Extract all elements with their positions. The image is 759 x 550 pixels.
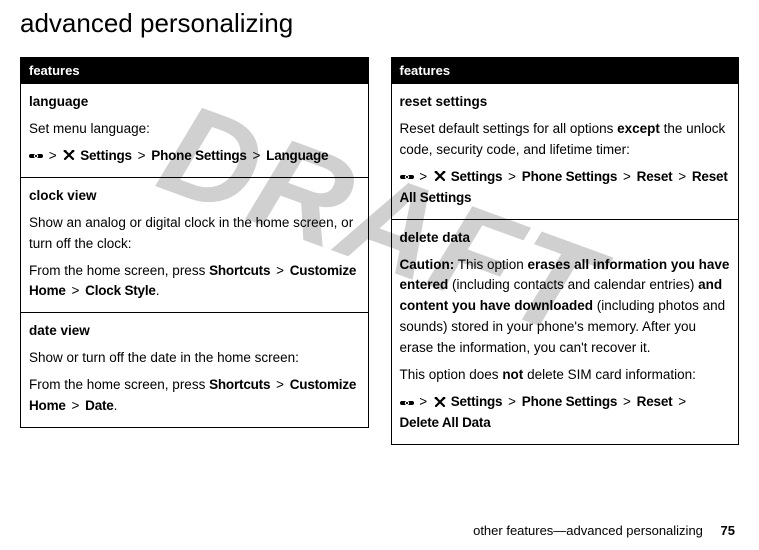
- path-seg: Clock Style: [85, 283, 156, 298]
- cell-reset-settings: reset settings Reset default settings fo…: [392, 83, 739, 219]
- sep: >: [678, 169, 686, 184]
- text: delete SIM card information:: [523, 367, 696, 382]
- settings-tools-icon: [433, 397, 447, 409]
- feature-title: reset settings: [400, 92, 731, 113]
- feature-title: delete data: [400, 228, 731, 249]
- sep: >: [138, 148, 146, 163]
- feature-desc: Show an analog or digital clock in the h…: [29, 213, 360, 255]
- cell-date-view: date view Show or turn off the date in t…: [21, 312, 368, 427]
- emph: except: [617, 121, 660, 136]
- page-content: advanced personalizing features language…: [0, 0, 759, 445]
- path-seg: Shortcuts: [209, 263, 270, 278]
- left-column: features language Set menu language: > S…: [20, 57, 369, 445]
- center-key-icon: [400, 398, 414, 408]
- path-seg: Phone Settings: [151, 148, 246, 163]
- nav-path: From the home screen, press Shortcuts > …: [29, 375, 360, 417]
- features-table-left: features language Set menu language: > S…: [20, 57, 369, 428]
- sep: >: [49, 148, 57, 163]
- path-seg: Reset: [637, 394, 673, 409]
- path-seg: Settings: [451, 169, 503, 184]
- text: This option: [454, 257, 527, 272]
- sep: >: [276, 377, 284, 392]
- text: (including contacts and calendar entries…: [448, 277, 698, 292]
- caution-paragraph: Caution: This option erases all informat…: [400, 255, 731, 360]
- feature-title: language: [29, 92, 360, 113]
- feature-desc: Set menu language:: [29, 119, 360, 140]
- path-seg: Settings: [451, 394, 503, 409]
- sep: >: [253, 148, 261, 163]
- sep: >: [276, 263, 284, 278]
- two-column-layout: features language Set menu language: > S…: [20, 57, 739, 445]
- settings-tools-icon: [433, 171, 447, 183]
- features-table-right: features reset settings Reset default se…: [391, 57, 740, 445]
- sep: >: [419, 169, 427, 184]
- emph: not: [502, 367, 523, 382]
- feature-title: clock view: [29, 186, 360, 207]
- path-seg: Date: [85, 398, 113, 413]
- sep: >: [71, 398, 79, 413]
- feature-desc: Reset default settings for all options e…: [400, 119, 731, 161]
- path-seg: Shortcuts: [209, 377, 270, 392]
- footer-text: other features—advanced personalizing: [473, 523, 703, 538]
- nav-path: From the home screen, press Shortcuts > …: [29, 261, 360, 303]
- center-key-icon: [29, 151, 43, 161]
- settings-tools-icon: [62, 150, 76, 162]
- nav-path: > Settings > Phone Settings > Language: [29, 146, 360, 167]
- cell-delete-data: delete data Caution: This option erases …: [392, 219, 739, 444]
- feature-title: date view: [29, 321, 360, 342]
- path-seg: Language: [266, 148, 328, 163]
- sep: >: [508, 169, 516, 184]
- page-number: 75: [721, 523, 735, 538]
- cell-language: language Set menu language: > Settings >…: [21, 83, 368, 177]
- text: Reset default settings for all options: [400, 121, 618, 136]
- table-header-right: features: [392, 58, 739, 83]
- path-seg: Delete All Data: [400, 415, 491, 430]
- page-heading: advanced personalizing: [20, 8, 739, 39]
- note-paragraph: This option does not delete SIM card inf…: [400, 365, 731, 386]
- period: .: [114, 398, 118, 413]
- caution-label: Caution:: [400, 257, 455, 272]
- nav-path: > Settings > Phone Settings > Reset > De…: [400, 392, 731, 434]
- nav-path: > Settings > Phone Settings > Reset > Re…: [400, 167, 731, 209]
- page-footer: other features—advanced personalizing 75: [473, 523, 735, 538]
- sep: >: [508, 394, 516, 409]
- table-header-left: features: [21, 58, 368, 83]
- period: .: [156, 283, 160, 298]
- lead-text: From the home screen, press: [29, 377, 209, 392]
- path-seg: Phone Settings: [522, 394, 617, 409]
- sep: >: [678, 394, 686, 409]
- lead-text: From the home screen, press: [29, 263, 209, 278]
- path-seg: Reset: [637, 169, 673, 184]
- text: This option does: [400, 367, 503, 382]
- sep: >: [623, 169, 631, 184]
- cell-clock-view: clock view Show an analog or digital clo…: [21, 177, 368, 313]
- right-column: features reset settings Reset default se…: [391, 57, 740, 445]
- sep: >: [623, 394, 631, 409]
- feature-desc: Show or turn off the date in the home sc…: [29, 348, 360, 369]
- sep: >: [419, 394, 427, 409]
- center-key-icon: [400, 172, 414, 182]
- sep: >: [71, 283, 79, 298]
- path-seg: Settings: [80, 148, 132, 163]
- path-seg: Phone Settings: [522, 169, 617, 184]
